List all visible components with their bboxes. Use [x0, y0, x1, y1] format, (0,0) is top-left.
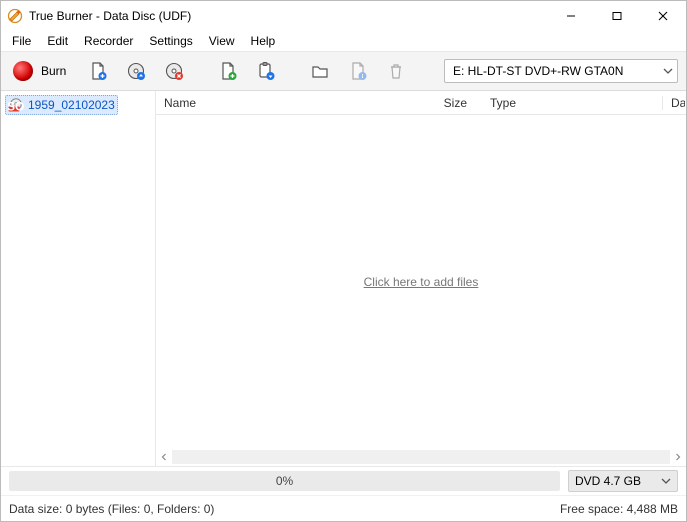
disc-type-select[interactable]: DVD 4.7 GB — [568, 470, 678, 492]
paste-button[interactable] — [252, 57, 280, 85]
app-icon — [7, 8, 23, 24]
scroll-track[interactable] — [172, 450, 670, 464]
window-controls — [548, 1, 686, 31]
iso-icon: ISO — [8, 98, 24, 112]
close-button[interactable] — [640, 1, 686, 31]
menu-help[interactable]: Help — [244, 32, 283, 50]
minimize-button[interactable] — [548, 1, 594, 31]
menu-recorder[interactable]: Recorder — [77, 32, 140, 50]
scroll-right-icon[interactable] — [670, 453, 686, 461]
file-info-button[interactable] — [344, 57, 372, 85]
col-type[interactable]: Type — [482, 96, 662, 110]
col-name[interactable]: Name — [156, 96, 422, 110]
file-list-panel: Name Size Type Dat Click here to add fil… — [156, 91, 686, 466]
add-files-link[interactable]: Click here to add files — [364, 275, 479, 289]
maximize-button[interactable] — [594, 1, 640, 31]
file-list-body[interactable]: Click here to add files — [156, 115, 686, 448]
disc-erase-button[interactable] — [160, 57, 188, 85]
progress-percent: 0% — [276, 474, 293, 488]
tree-item-label: 1959_02102023 — [28, 98, 115, 112]
toolbar: Burn E: HL-DT-ST DVD+-RW GTA0N — [1, 51, 686, 91]
menu-edit[interactable]: Edit — [40, 32, 75, 50]
progress-row: 0% DVD 4.7 GB — [1, 467, 686, 495]
drive-label: E: HL-DT-ST DVD+-RW GTA0N — [453, 64, 663, 78]
status-bar: Data size: 0 bytes (Files: 0, Folders: 0… — [1, 495, 686, 521]
menu-file[interactable]: File — [5, 32, 38, 50]
new-folder-button[interactable] — [306, 57, 334, 85]
delete-button[interactable] — [382, 57, 410, 85]
record-icon — [13, 61, 33, 81]
burn-button[interactable]: Burn — [9, 57, 74, 85]
col-date[interactable]: Dat — [662, 96, 686, 110]
app-window: True Burner - Data Disc (UDF) File Edit … — [0, 0, 687, 522]
horizontal-scrollbar[interactable] — [156, 448, 686, 466]
drive-select[interactable]: E: HL-DT-ST DVD+-RW GTA0N — [444, 59, 678, 83]
disc-type-label: DVD 4.7 GB — [575, 474, 657, 488]
svg-text:ISO: ISO — [8, 100, 24, 112]
menu-settings[interactable]: Settings — [142, 32, 199, 50]
disc-tree: ISO 1959_02102023 — [1, 91, 156, 466]
new-file-button[interactable] — [214, 57, 242, 85]
status-data-size: Data size: 0 bytes (Files: 0, Folders: 0… — [9, 502, 214, 516]
menu-bar: File Edit Recorder Settings View Help — [1, 31, 686, 51]
burn-label: Burn — [41, 64, 66, 78]
tree-item-root[interactable]: ISO 1959_02102023 — [5, 95, 118, 115]
menu-view[interactable]: View — [202, 32, 242, 50]
window-title: True Burner - Data Disc (UDF) — [29, 9, 548, 23]
status-free-space: Free space: 4,488 MB — [560, 502, 678, 516]
column-headers: Name Size Type Dat — [156, 91, 686, 115]
chevron-down-icon — [663, 66, 673, 76]
disc-eject-button[interactable] — [122, 57, 150, 85]
progress-bar: 0% — [9, 471, 560, 491]
main-area: ISO 1959_02102023 Name Size Type Dat Cli… — [1, 91, 686, 467]
title-bar: True Burner - Data Disc (UDF) — [1, 1, 686, 31]
chevron-down-icon — [661, 476, 671, 486]
col-size[interactable]: Size — [422, 96, 482, 110]
scroll-left-icon[interactable] — [156, 453, 172, 461]
add-file-button[interactable] — [84, 57, 112, 85]
